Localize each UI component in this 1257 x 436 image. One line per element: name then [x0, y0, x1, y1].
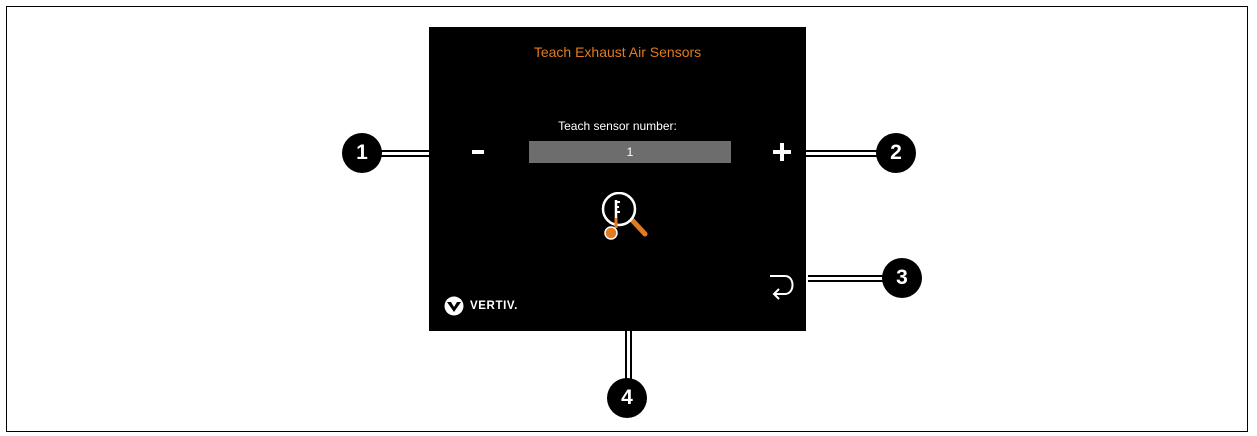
sensor-number-value: 1 [626, 145, 634, 159]
sensor-search-icon [601, 191, 648, 240]
vertiv-logo: VERTIV. [444, 295, 518, 317]
increase-sensor-button[interactable] [769, 139, 795, 165]
callout-2: 2 [876, 133, 916, 173]
back-button[interactable] [767, 272, 801, 302]
callout-3-leader [808, 275, 884, 282]
touchscreen-display: Teach Exhaust Air Sensors Teach sensor n… [429, 27, 806, 331]
return-arrow-icon [770, 275, 794, 300]
vertiv-logo-text: VERTIV. [470, 300, 518, 312]
callout-4: 4 [607, 378, 647, 418]
sensor-number-label: Teach sensor number: [558, 119, 677, 133]
teach-sensor-button[interactable] [599, 191, 663, 252]
sensor-number-field[interactable]: 1 [529, 141, 731, 163]
vertiv-logo-icon [444, 296, 464, 316]
decrease-sensor-button[interactable] [465, 139, 491, 165]
callout-3: 3 [882, 258, 922, 298]
callout-1: 1 [342, 133, 382, 173]
minus-icon [472, 150, 484, 154]
screen-title: Teach Exhaust Air Sensors [533, 44, 702, 60]
callout-2-leader [800, 150, 878, 157]
